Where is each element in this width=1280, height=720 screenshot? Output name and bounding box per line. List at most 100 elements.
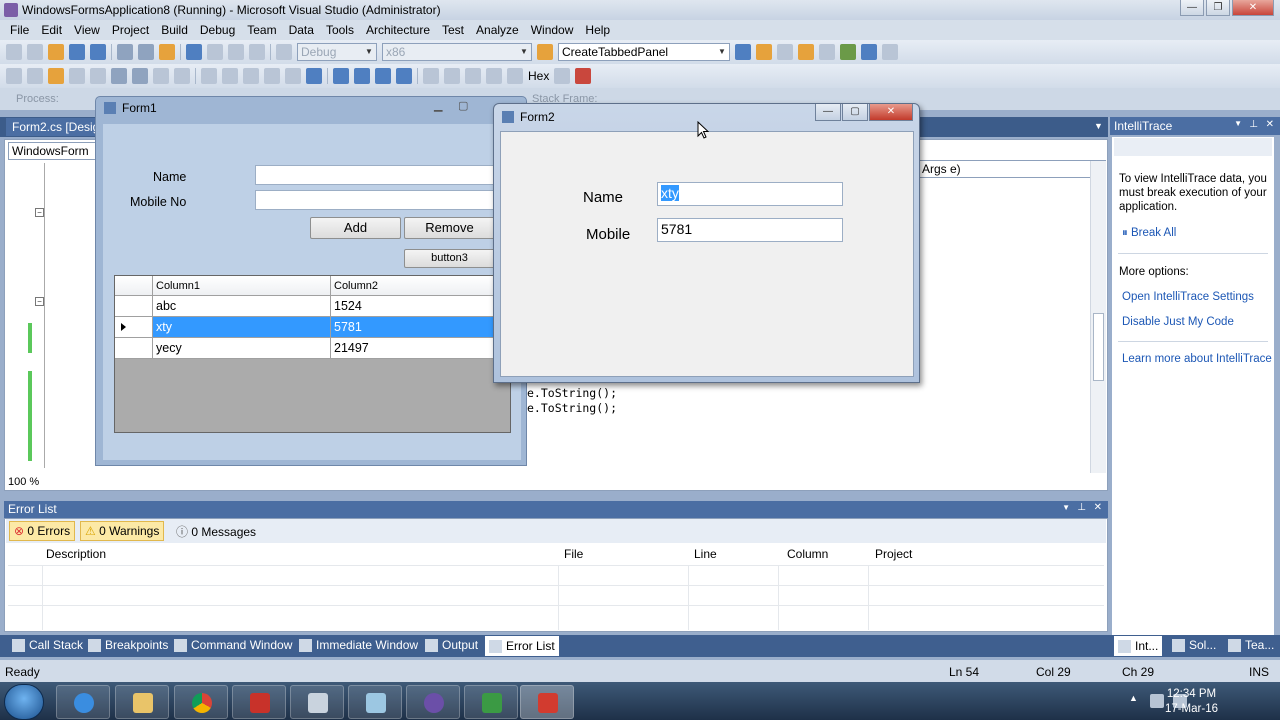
scrollbar-thumb[interactable] [1093, 313, 1104, 381]
grid-corner[interactable] [115, 276, 153, 296]
stop-debugging-icon[interactable] [375, 68, 391, 84]
step-back-icon[interactable] [465, 68, 481, 84]
outdent-icon[interactable] [111, 68, 127, 84]
tab-error-list[interactable]: Error List [485, 636, 559, 656]
open-file-icon[interactable] [48, 44, 64, 60]
messages-filter-button[interactable]: ⓘ 0 Messages [172, 521, 260, 541]
column-header-description[interactable]: Description [46, 547, 106, 561]
menu-analyze[interactable]: Analyze [470, 23, 525, 37]
row-header[interactable] [115, 317, 153, 338]
tools-icon[interactable] [819, 44, 835, 60]
taskbar-calculator[interactable] [290, 685, 344, 719]
undo-icon[interactable] [186, 44, 202, 60]
menu-team[interactable]: Team [241, 23, 282, 37]
close-button[interactable]: ✕ [1232, 0, 1274, 16]
find-combo[interactable]: CreateTabbedPanel ▼ [558, 43, 730, 61]
navigate-forward-icon[interactable] [249, 44, 265, 60]
taskbar-internet-explorer[interactable] [56, 685, 110, 719]
close-button[interactable]: ✕ [869, 104, 913, 121]
grid-cell[interactable]: xty [153, 317, 331, 338]
column-header-project[interactable]: Project [875, 547, 912, 561]
restore-button[interactable]: ❐ [1206, 0, 1230, 16]
format-icon[interactable] [48, 68, 64, 84]
row-header[interactable] [115, 338, 153, 359]
properties-icon[interactable] [756, 44, 772, 60]
break-all-icon[interactable] [354, 68, 370, 84]
show-hidden-icons[interactable]: ▲ [1129, 693, 1138, 703]
threads-icon[interactable] [554, 68, 571, 84]
grid-cell[interactable]: 21497 [331, 338, 510, 359]
minimize-button[interactable]: — [815, 104, 841, 121]
menu-architecture[interactable]: Architecture [360, 23, 436, 37]
menu-data[interactable]: Data [283, 23, 320, 37]
breakpoint-icon[interactable] [507, 68, 523, 84]
form1-titlebar[interactable]: Form1 ▁ ▢ [96, 97, 526, 119]
start-button[interactable] [4, 684, 44, 720]
maximize-button[interactable]: ▢ [842, 104, 868, 121]
prev-bookmark-icon[interactable] [201, 68, 217, 84]
disable-just-my-code-link[interactable]: Disable Just My Code [1122, 316, 1234, 328]
tab-immediate-window[interactable]: Immediate Window [299, 638, 418, 652]
breakpoints-window-icon[interactable] [575, 68, 592, 84]
taskbar-clock[interactable]: 12:34 PM 17-Mar-16 [1165, 687, 1218, 717]
save-all-icon[interactable] [90, 44, 106, 60]
warnings-filter-button[interactable]: ⚠ 0 Warnings [80, 521, 165, 541]
cut-icon[interactable] [117, 44, 133, 60]
menu-debug[interactable]: Debug [194, 23, 241, 37]
taskbar-notepad[interactable] [348, 685, 402, 719]
close-icon[interactable]: ✕ [1266, 119, 1274, 130]
collapse-toggle[interactable]: − [35, 297, 44, 306]
grid-cell[interactable]: 5781 [331, 317, 510, 338]
step-over-icon[interactable] [306, 68, 322, 84]
find-in-files-icon[interactable] [537, 44, 553, 60]
grid-cell[interactable]: yecy [153, 338, 331, 359]
menu-window[interactable]: Window [525, 23, 580, 37]
step-into-icon[interactable] [285, 68, 301, 84]
paste-icon[interactable] [159, 44, 175, 60]
solution-explorer-icon[interactable] [735, 44, 751, 60]
chevron-down-icon[interactable]: ▼ [1234, 119, 1242, 128]
zoom-level[interactable]: 100 % [8, 476, 39, 488]
close-icon[interactable]: ✕ [1094, 502, 1102, 513]
errors-filter-button[interactable]: ⊗ 0 Errors [9, 521, 76, 541]
menu-build[interactable]: Build [155, 23, 194, 37]
name-input[interactable]: xty [657, 182, 843, 206]
open-intellitrace-settings-link[interactable]: Open IntelliTrace Settings [1122, 291, 1254, 303]
bookmark-icon[interactable] [174, 68, 190, 84]
extension-manager-icon[interactable] [840, 44, 856, 60]
start-page-icon[interactable] [861, 44, 877, 60]
object-browser-icon[interactable] [777, 44, 793, 60]
align-center-icon[interactable] [27, 68, 43, 84]
tab-call-stack[interactable]: Call Stack [12, 638, 83, 652]
menu-tools[interactable]: Tools [320, 23, 360, 37]
step-forward-icon[interactable] [486, 68, 502, 84]
maximize-icon[interactable]: ▢ [458, 99, 468, 112]
collapse-toggle[interactable]: − [35, 208, 44, 217]
mobile-no-input[interactable] [255, 190, 495, 210]
chevron-down-icon[interactable]: ▼ [1062, 503, 1070, 512]
column-header[interactable]: Column1 [153, 276, 331, 296]
button3[interactable]: button3 [404, 249, 495, 268]
menu-help[interactable]: Help [579, 23, 616, 37]
table-row[interactable]: abc 1524 [115, 296, 510, 317]
add-button[interactable]: Add [310, 217, 401, 239]
save-icon[interactable] [69, 44, 85, 60]
navigate-back-icon[interactable] [228, 44, 244, 60]
learn-more-link[interactable]: Learn more about IntelliTrace [1122, 353, 1272, 365]
menu-file[interactable]: File [4, 23, 35, 37]
new-project-icon[interactable] [6, 44, 22, 60]
copy-icon[interactable] [138, 44, 154, 60]
column-header[interactable]: Column2 [331, 276, 510, 296]
break-all-link[interactable]: ⏸ Break All [1122, 227, 1176, 240]
taskbar-app[interactable] [232, 685, 286, 719]
action-center-icon[interactable] [1150, 694, 1164, 708]
remove-button[interactable]: Remove [404, 217, 495, 239]
grid-cell[interactable]: abc [153, 296, 331, 317]
error-list-header[interactable]: Error List ✕ ⊥ ▼ [4, 501, 1108, 518]
font-icon[interactable] [69, 68, 85, 84]
column-header-file[interactable]: File [564, 547, 583, 561]
restart-icon[interactable] [396, 68, 412, 84]
tab-solution-explorer[interactable]: Sol... [1172, 638, 1216, 652]
row-header[interactable] [115, 296, 153, 317]
more-tools-icon[interactable] [882, 44, 898, 60]
